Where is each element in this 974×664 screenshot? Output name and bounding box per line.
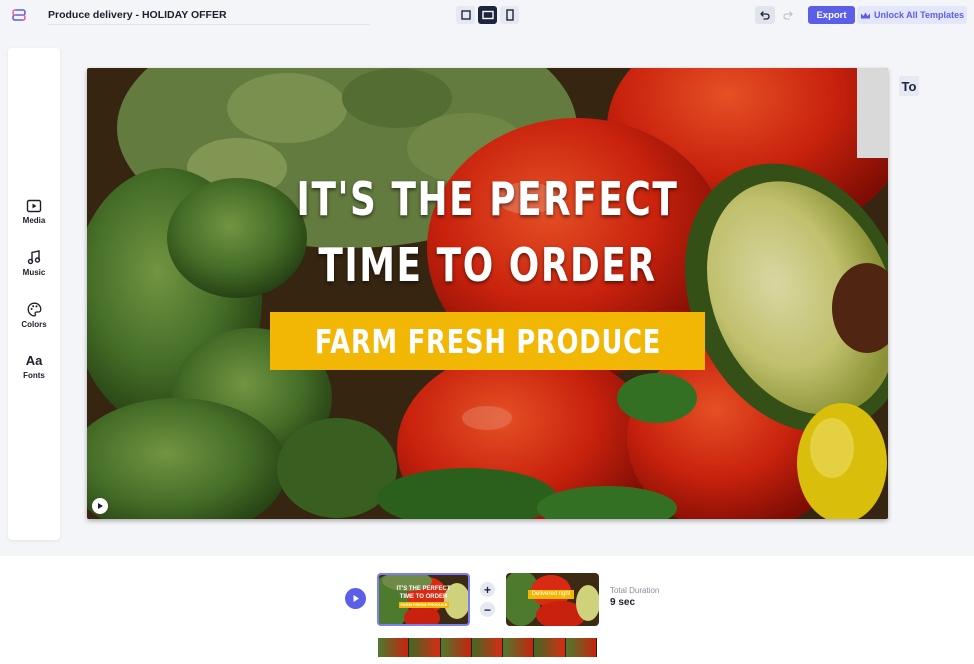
redo-button[interactable] xyxy=(779,6,797,24)
document-title[interactable]: Produce delivery - HOLIDAY OFFER xyxy=(48,9,227,21)
total-duration-label: Total Duration xyxy=(610,586,660,595)
remove-scene-button[interactable]: − xyxy=(480,602,495,617)
canvas-play-button[interactable] xyxy=(92,498,108,514)
media-icon xyxy=(26,199,42,213)
export-button[interactable]: Export xyxy=(808,6,855,24)
palette-icon xyxy=(27,302,41,317)
crown-icon xyxy=(860,12,870,18)
portrait-icon xyxy=(505,9,514,21)
square-aspect-button[interactable] xyxy=(456,6,475,24)
filmstrip-frame xyxy=(409,638,441,657)
timeline-play-button[interactable] xyxy=(345,588,366,609)
top-bar: Produce delivery - HOLIDAY OFFER Export … xyxy=(0,0,974,30)
play-icon xyxy=(98,503,103,509)
add-scene-button[interactable]: + xyxy=(480,582,495,597)
unlock-templates-button[interactable]: Unlock All Templates xyxy=(857,6,967,24)
timeline-panel: IT'S THE PERFECT TIME TO ORDER FARM FRES… xyxy=(0,556,974,664)
total-duration-value: 9 sec xyxy=(610,597,636,608)
produce-background-image xyxy=(87,68,888,519)
sidebar-item-music[interactable]: Music xyxy=(8,250,60,277)
text-tool-button[interactable]: To xyxy=(899,76,919,96)
filmstrip-frame xyxy=(534,638,566,657)
sidebar-item-colors[interactable]: Colors xyxy=(8,302,60,329)
scene-thumbnail-2[interactable]: Delivered right xyxy=(506,573,599,626)
undo-button[interactable] xyxy=(755,6,775,24)
filmstrip-frame xyxy=(565,638,597,657)
scene-2-preview-image xyxy=(506,573,599,626)
aspect-ratio-toggle xyxy=(456,6,519,24)
filmstrip-frame xyxy=(378,638,410,657)
headline-line-1[interactable]: IT'S THE PERFECT xyxy=(175,172,800,226)
filmstrip-frame xyxy=(503,638,535,657)
landscape-icon xyxy=(481,10,494,20)
portrait-aspect-button[interactable] xyxy=(500,6,519,24)
scene-1-band-text: FARM FRESH PRODUCE xyxy=(400,602,448,607)
offer-banner-text: FARM FRESH PRODUCE xyxy=(314,321,661,361)
sidebar-label-music: Music xyxy=(22,268,46,277)
timeline-filmstrip[interactable] xyxy=(378,638,597,657)
scene-2-band: Delivered right xyxy=(528,590,574,599)
headline-line-2[interactable]: TIME TO ORDER xyxy=(175,238,800,292)
video-canvas[interactable]: IT'S THE PERFECT TIME TO ORDER FARM FRES… xyxy=(87,68,888,519)
sidebar-label-fonts: Fonts xyxy=(23,371,45,380)
filmstrip-frame xyxy=(471,638,504,657)
title-underline xyxy=(48,24,370,25)
scene-1-line-2: TIME TO ORDER xyxy=(399,594,448,600)
music-icon xyxy=(27,250,41,265)
offer-banner[interactable]: FARM FRESH PRODUCE xyxy=(270,312,705,370)
sidebar-item-fonts[interactable]: Aa Fonts xyxy=(8,353,60,381)
left-sidebar: Media Music Colors Aa Fonts xyxy=(8,48,60,540)
scene-2-line-1: Delivered right xyxy=(531,591,571,597)
play-icon xyxy=(353,595,359,602)
sidebar-item-media[interactable]: Media xyxy=(8,199,60,225)
unlock-label: Unlock All Templates xyxy=(873,10,965,20)
scene-thumbnail-1[interactable]: IT'S THE PERFECT TIME TO ORDER FARM FRES… xyxy=(377,573,470,626)
sidebar-label-media: Media xyxy=(22,216,46,225)
scene-1-band: FARM FRESH PRODUCE xyxy=(399,602,449,608)
app-logo-icon[interactable] xyxy=(12,8,26,22)
landscape-aspect-button[interactable] xyxy=(478,6,497,24)
filmstrip-frame xyxy=(440,638,472,657)
scene-1-line-1: IT'S THE PERFECT xyxy=(396,586,451,592)
sidebar-label-colors: Colors xyxy=(21,320,47,329)
fonts-icon: Aa xyxy=(25,353,43,368)
redo-icon xyxy=(783,11,793,20)
square-icon xyxy=(460,10,471,20)
undo-icon xyxy=(760,11,770,20)
